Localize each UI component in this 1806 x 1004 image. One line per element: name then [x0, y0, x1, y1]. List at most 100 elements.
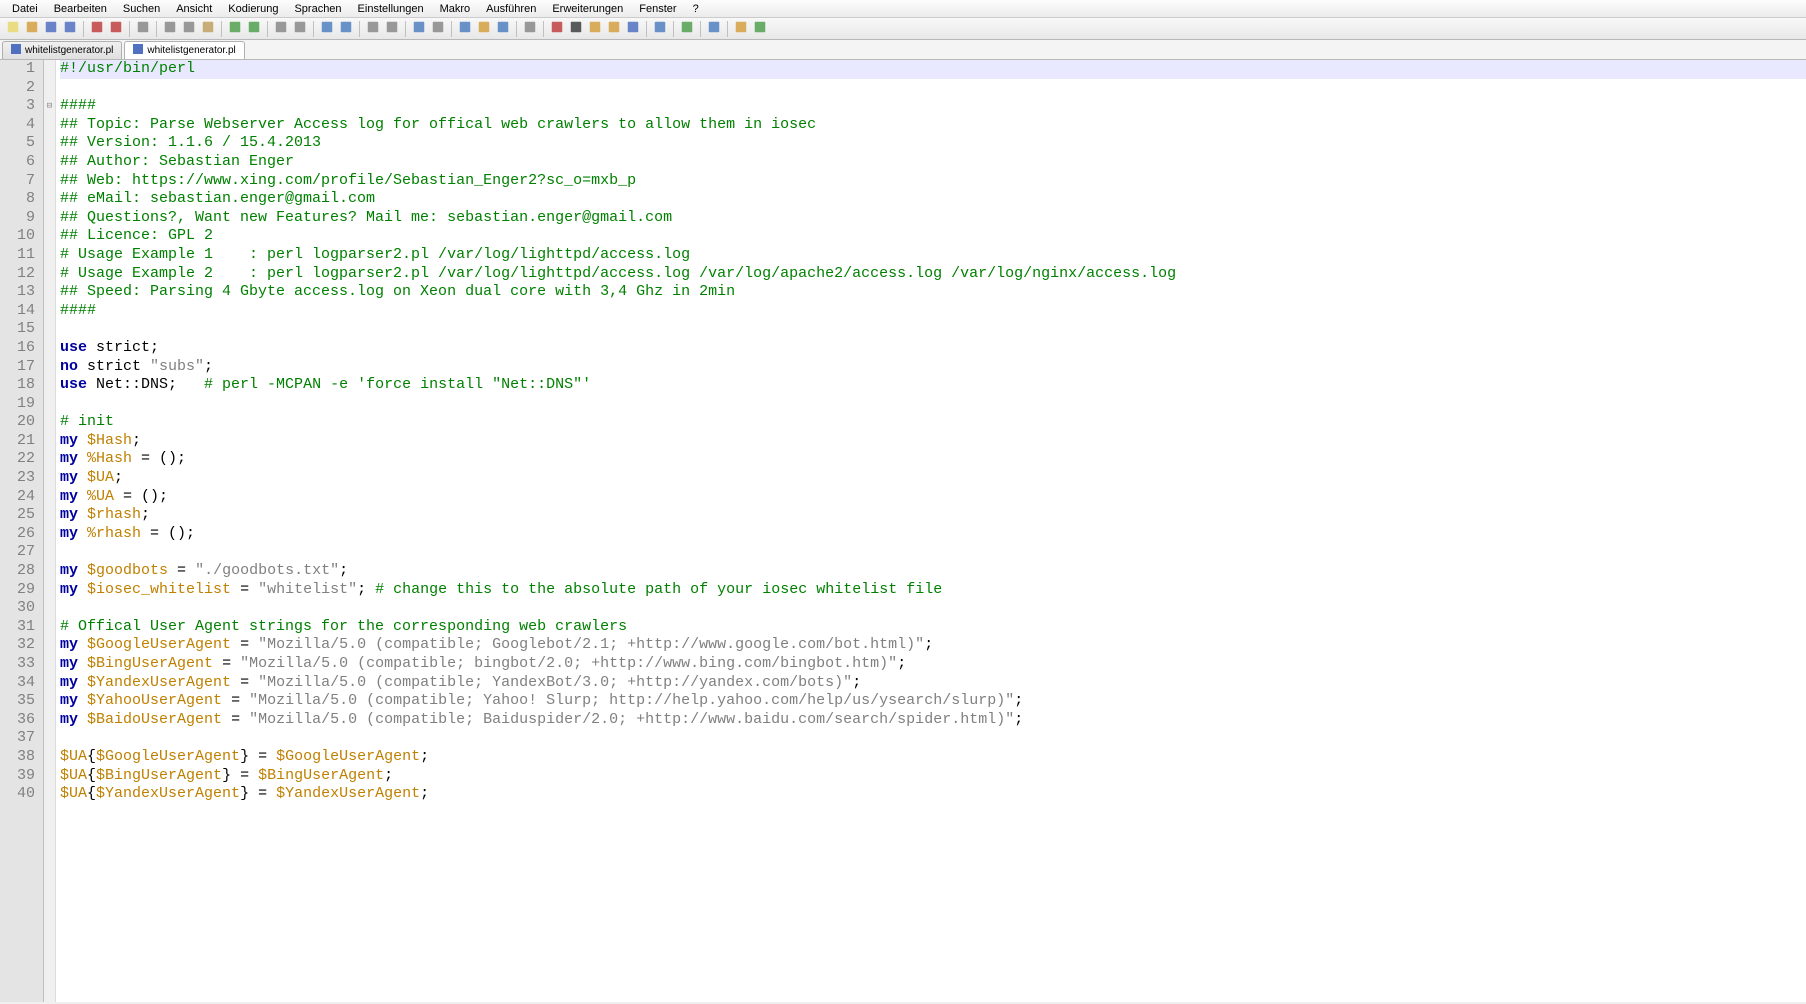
code-line[interactable]: $UA{$YandexUserAgent} = $YandexUserAgent…: [60, 785, 1806, 804]
code-line[interactable]: ## Version: 1.1.6 / 15.4.2013: [60, 134, 1806, 153]
menu-makro[interactable]: Makro: [432, 1, 479, 17]
play-multi-button[interactable]: [605, 20, 623, 38]
menu-ansicht[interactable]: Ansicht: [168, 1, 220, 17]
undo-button[interactable]: [226, 20, 244, 38]
paste-button[interactable]: [199, 20, 217, 38]
copy-button[interactable]: [180, 20, 198, 38]
sync-v-button[interactable]: [364, 20, 382, 38]
menu-suchen[interactable]: Suchen: [115, 1, 168, 17]
line-number: 10: [4, 227, 35, 246]
code-line[interactable]: [60, 320, 1806, 339]
code-line[interactable]: my $YandexUserAgent = "Mozilla/5.0 (comp…: [60, 674, 1806, 693]
code-area[interactable]: #!/usr/bin/perl ###### Topic: Parse Webs…: [56, 60, 1806, 1002]
code-line[interactable]: # Usage Example 1 : perl logparser2.pl /…: [60, 246, 1806, 265]
code-line[interactable]: my $Hash;: [60, 432, 1806, 451]
code-line[interactable]: ## Web: https://www.xing.com/profile/Seb…: [60, 172, 1806, 191]
menu-help[interactable]: ?: [685, 1, 707, 17]
replace-button[interactable]: [291, 20, 309, 38]
code-line[interactable]: my $UA;: [60, 469, 1806, 488]
menu-erweiterungen[interactable]: Erweiterungen: [544, 1, 631, 17]
code-line[interactable]: [60, 395, 1806, 414]
doc-switcher-button[interactable]: [732, 20, 750, 38]
folder-button[interactable]: [475, 20, 493, 38]
file-tab[interactable]: whitelistgenerator.pl: [124, 41, 244, 59]
indent-left-button[interactable]: [651, 20, 669, 38]
open-file-button[interactable]: [23, 20, 41, 38]
code-line[interactable]: [60, 543, 1806, 562]
tab-label: whitelistgenerator.pl: [25, 45, 113, 56]
code-line[interactable]: ## Author: Sebastian Enger: [60, 153, 1806, 172]
code-line[interactable]: use strict;: [60, 339, 1806, 358]
indent-guide-button[interactable]: [456, 20, 474, 38]
code-line[interactable]: #!/usr/bin/perl: [60, 60, 1806, 79]
redo-button[interactable]: [245, 20, 263, 38]
code-line[interactable]: [60, 79, 1806, 98]
code-line[interactable]: no strict "subs";: [60, 358, 1806, 377]
print-button[interactable]: [134, 20, 152, 38]
play-macro-button[interactable]: [586, 20, 604, 38]
menu-bearbeiten[interactable]: Bearbeiten: [46, 1, 115, 17]
new-file-button[interactable]: [4, 20, 22, 38]
menu-einstellungen[interactable]: Einstellungen: [350, 1, 432, 17]
code-line[interactable]: my %rhash = ();: [60, 525, 1806, 544]
func-list-button[interactable]: [521, 20, 539, 38]
fold-marker[interactable]: ⊟: [44, 97, 55, 116]
code-line[interactable]: [60, 599, 1806, 618]
save-macro-button[interactable]: [624, 20, 642, 38]
save-file-button[interactable]: [42, 20, 60, 38]
word-wrap-button[interactable]: [410, 20, 428, 38]
close-file-button[interactable]: [88, 20, 106, 38]
code-line[interactable]: ## Speed: Parsing 4 Gbyte access.log on …: [60, 283, 1806, 302]
menu-fenster[interactable]: Fenster: [631, 1, 684, 17]
spell-check-button[interactable]: [678, 20, 696, 38]
line-number: 34: [4, 674, 35, 693]
code-line[interactable]: # Usage Example 2 : perl logparser2.pl /…: [60, 265, 1806, 284]
code-line[interactable]: [60, 729, 1806, 748]
code-line[interactable]: # Offical User Agent strings for the cor…: [60, 618, 1806, 637]
code-line[interactable]: # init: [60, 413, 1806, 432]
code-line[interactable]: ## Questions?, Want new Features? Mail m…: [60, 209, 1806, 228]
show-all-chars-button[interactable]: [429, 20, 447, 38]
close-all-button[interactable]: [107, 20, 125, 38]
code-line[interactable]: my $rhash;: [60, 506, 1806, 525]
code-line[interactable]: my $BaidoUserAgent = "Mozilla/5.0 (compa…: [60, 711, 1806, 730]
code-line[interactable]: my %UA = ();: [60, 488, 1806, 507]
monitoring-button[interactable]: [751, 20, 769, 38]
zoom-out-button[interactable]: [337, 20, 355, 38]
code-line[interactable]: ## Topic: Parse Webserver Access log for…: [60, 116, 1806, 135]
menu-ausführen[interactable]: Ausführen: [478, 1, 544, 17]
code-line[interactable]: ####: [60, 302, 1806, 321]
show-symbol-button[interactable]: [705, 20, 723, 38]
code-line[interactable]: my $GoogleUserAgent = "Mozilla/5.0 (comp…: [60, 636, 1806, 655]
find-button[interactable]: [272, 20, 290, 38]
fold-marker: [44, 153, 55, 172]
file-tab[interactable]: whitelistgenerator.pl: [2, 41, 122, 59]
cut-button[interactable]: [161, 20, 179, 38]
code-line[interactable]: my $YahooUserAgent = "Mozilla/5.0 (compa…: [60, 692, 1806, 711]
code-line[interactable]: $UA{$GoogleUserAgent} = $GoogleUserAgent…: [60, 748, 1806, 767]
code-line[interactable]: ## Licence: GPL 2: [60, 227, 1806, 246]
code-line[interactable]: my %Hash = ();: [60, 450, 1806, 469]
save-all-button[interactable]: [61, 20, 79, 38]
fold-marker: [44, 655, 55, 674]
zoom-in-button[interactable]: [318, 20, 336, 38]
line-number: 22: [4, 450, 35, 469]
stop-macro-button[interactable]: [567, 20, 585, 38]
code-line[interactable]: $UA{$BingUserAgent} = $BingUserAgent;: [60, 767, 1806, 786]
save-file-icon: [44, 20, 58, 37]
doc-map-button[interactable]: [494, 20, 512, 38]
menu-datei[interactable]: Datei: [4, 1, 46, 17]
code-line[interactable]: my $iosec_whitelist = "whitelist"; # cha…: [60, 581, 1806, 600]
code-line[interactable]: ####: [60, 97, 1806, 116]
fold-marker: [44, 525, 55, 544]
record-macro-button[interactable]: [548, 20, 566, 38]
menu-sprachen[interactable]: Sprachen: [286, 1, 349, 17]
fold-marker: [44, 581, 55, 600]
code-line[interactable]: my $goodbots = "./goodbots.txt";: [60, 562, 1806, 581]
code-line[interactable]: my $BingUserAgent = "Mozilla/5.0 (compat…: [60, 655, 1806, 674]
menu-kodierung[interactable]: Kodierung: [220, 1, 286, 17]
sync-h-button[interactable]: [383, 20, 401, 38]
line-number: 3: [4, 97, 35, 116]
code-line[interactable]: ## eMail: sebastian.enger@gmail.com: [60, 190, 1806, 209]
code-line[interactable]: use Net::DNS; # perl -MCPAN -e 'force in…: [60, 376, 1806, 395]
